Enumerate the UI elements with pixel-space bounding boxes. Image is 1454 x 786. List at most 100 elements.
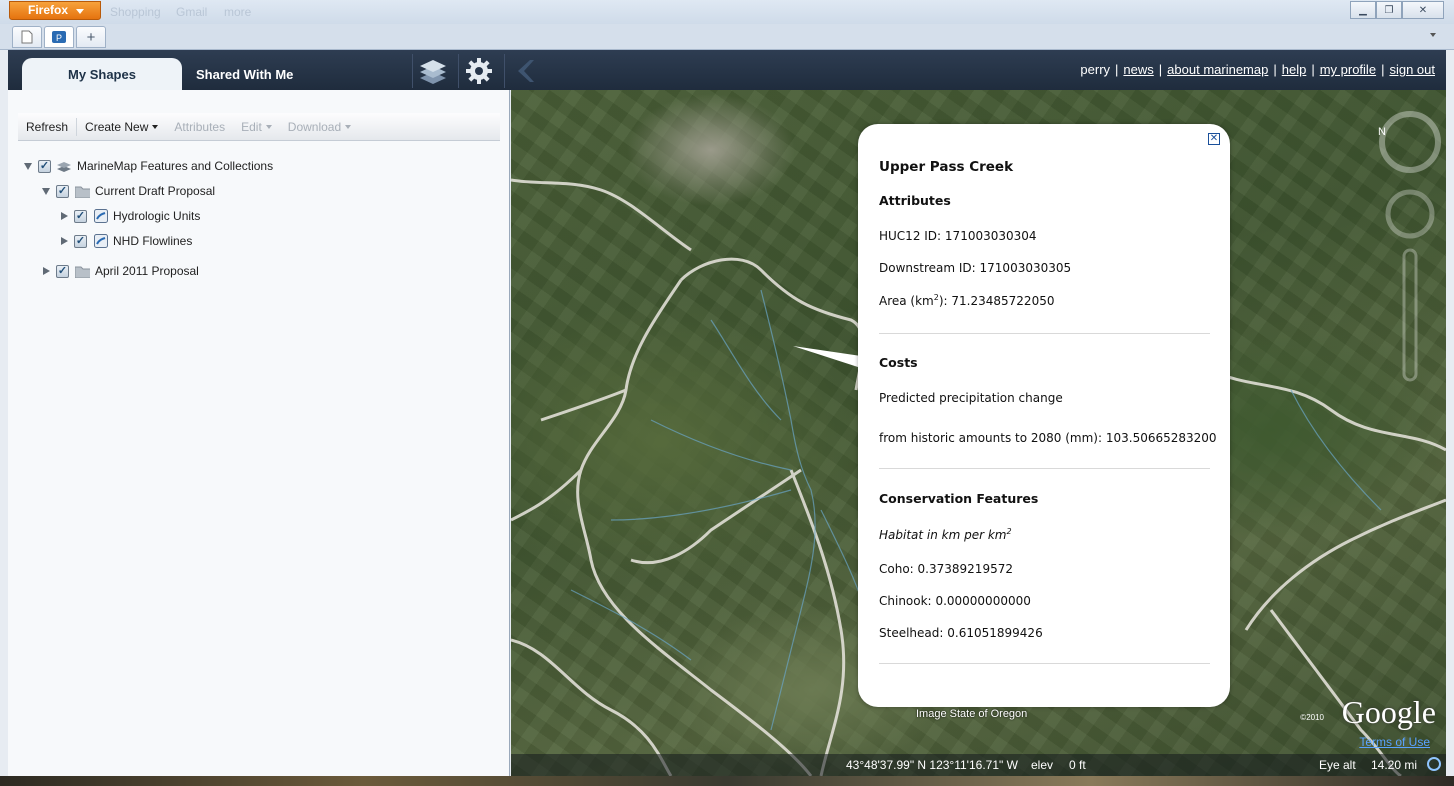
- area-value: 71.23485722050: [951, 294, 1055, 308]
- help-link[interactable]: help: [1282, 62, 1307, 77]
- area-row: Area (km2): 71.23485722050: [879, 293, 1054, 308]
- svg-text:P: P: [56, 33, 62, 43]
- loading-ring-icon: [1426, 756, 1442, 775]
- tree-item-nhd-flowlines[interactable]: ✓ NHD Flowlines: [60, 231, 192, 251]
- layers-icon: [57, 159, 72, 173]
- elevation-value: 0 ft: [1069, 758, 1086, 772]
- costs-heading: Costs: [879, 355, 918, 370]
- expand-triangle-icon[interactable]: [42, 187, 50, 195]
- chevron-down-icon: [152, 124, 159, 129]
- news-link[interactable]: news: [1123, 62, 1153, 77]
- precip-value: 103.50665283200: [1105, 431, 1217, 445]
- refresh-button[interactable]: Refresh: [18, 120, 76, 134]
- firefox-menu-button[interactable]: Firefox: [9, 1, 101, 20]
- kml-layer-icon: [93, 209, 108, 223]
- expand-triangle-icon[interactable]: [43, 267, 50, 275]
- visibility-checkbox[interactable]: ✓: [56, 264, 69, 278]
- chevron-down-icon: [76, 9, 84, 14]
- expand-triangle-icon[interactable]: [24, 162, 32, 170]
- coho-label: Coho:: [879, 562, 914, 576]
- steelhead-value: 0.61051899426: [947, 626, 1043, 640]
- attributes-heading: Attributes: [879, 193, 951, 208]
- edit-label: Edit: [241, 119, 262, 134]
- tree-item-hydrologic-units[interactable]: ✓ Hydrologic Units: [60, 206, 200, 226]
- firefox-menu-label: Firefox: [28, 3, 69, 17]
- habitat-label: Habitat in km per km: [879, 528, 1007, 542]
- downstream-value: 171003030305: [979, 261, 1072, 275]
- visibility-checkbox[interactable]: ✓: [74, 209, 87, 223]
- create-new-label: Create New: [85, 119, 149, 134]
- visibility-checkbox[interactable]: ✓: [56, 184, 69, 198]
- chinook-row: Chinook: 0.00000000000: [879, 594, 1031, 608]
- eye-alt-label: Eye alt: [1319, 758, 1356, 772]
- taskbar-strip: [0, 776, 1454, 786]
- tab-list-dropdown-icon[interactable]: [1430, 33, 1436, 37]
- marinemap-tab[interactable]: P: [44, 26, 74, 48]
- minimize-icon: ▁: [1359, 4, 1367, 16]
- app-header: My Shapes Shared With Me perry | news | abou…: [8, 50, 1446, 90]
- visibility-checkbox[interactable]: ✓: [38, 159, 51, 173]
- settings-button[interactable]: [458, 54, 498, 88]
- visibility-checkbox[interactable]: ✓: [74, 234, 87, 248]
- tree-item-current-draft[interactable]: ✓ Current Draft Proposal: [42, 181, 215, 201]
- username: perry: [1080, 62, 1111, 77]
- maximize-button[interactable]: ❐: [1376, 1, 1402, 19]
- huc12-label: HUC12 ID:: [879, 229, 942, 243]
- collapse-panel-button[interactable]: [504, 54, 544, 88]
- expand-triangle-icon[interactable]: [61, 237, 68, 245]
- close-window-button[interactable]: ✕: [1402, 1, 1444, 19]
- coho-row: Coho: 0.37389219572: [879, 562, 1013, 576]
- folder-icon: [75, 184, 90, 198]
- terms-of-use-link[interactable]: Terms of Use: [1359, 735, 1430, 749]
- page-icon: [21, 30, 33, 44]
- create-new-button[interactable]: Create New: [77, 120, 166, 134]
- bookmark-more[interactable]: more: [224, 5, 251, 19]
- divider: [879, 663, 1210, 664]
- bookmark-gmail[interactable]: Gmail: [176, 5, 207, 19]
- kml-layer-icon: [93, 234, 108, 248]
- signout-link[interactable]: sign out: [1389, 62, 1435, 77]
- edit-button[interactable]: Edit: [233, 120, 280, 134]
- elevation-label: elev: [1031, 758, 1054, 772]
- close-balloon-button[interactable]: ✕: [1208, 133, 1220, 145]
- blank-tab[interactable]: [12, 26, 42, 48]
- close-icon: ✕: [1418, 4, 1428, 16]
- area-suffix: ):: [938, 294, 948, 308]
- browser-tabbar: P +: [0, 24, 1454, 50]
- divider: [879, 468, 1210, 469]
- minimize-button[interactable]: ▁: [1350, 1, 1376, 19]
- bookmark-shopping[interactable]: Shopping: [110, 5, 161, 19]
- tab-shared-with-me[interactable]: Shared With Me: [172, 58, 317, 90]
- browser-titlebar: Firefox Shopping Gmail more ▁ ❐ ✕: [0, 0, 1454, 24]
- habitat-superscript: 2: [1006, 527, 1012, 536]
- download-button[interactable]: Download: [280, 120, 359, 134]
- balloon-tail: [793, 346, 861, 368]
- layers-icon: [419, 60, 446, 84]
- tree-item-root[interactable]: ✓ MarineMap Features and Collections: [24, 156, 273, 176]
- profile-link[interactable]: my profile: [1320, 62, 1376, 77]
- steelhead-label: Steelhead:: [879, 626, 944, 640]
- attributes-button[interactable]: Attributes: [166, 120, 233, 134]
- attributes-label: Attributes: [174, 119, 226, 134]
- chinook-label: Chinook:: [879, 594, 932, 608]
- expand-triangle-icon[interactable]: [61, 212, 68, 220]
- tree-item-label: MarineMap Features and Collections: [77, 159, 274, 173]
- downstream-row: Downstream ID: 171003030305: [879, 261, 1071, 275]
- tree-item-label: April 2011 Proposal: [95, 264, 199, 278]
- google-logo: Google: [1341, 694, 1436, 730]
- gear-icon: [465, 58, 492, 84]
- svg-text:N: N: [1378, 126, 1386, 138]
- imagery-credit: Image State of Oregon: [916, 708, 1028, 720]
- precip-label: from historic amounts to 2080 (mm):: [879, 431, 1103, 445]
- tab-my-shapes[interactable]: My Shapes: [22, 58, 182, 90]
- tree-item-april-2011[interactable]: ✓ April 2011 Proposal: [42, 261, 199, 281]
- marinemap-favicon-icon: P: [52, 31, 66, 43]
- precip-line-1: Predicted precipitation change: [879, 391, 1063, 405]
- tree-item-label: Hydrologic Units: [113, 209, 201, 223]
- new-tab-button[interactable]: +: [76, 26, 106, 48]
- navigation-controls[interactable]: N: [1378, 110, 1442, 390]
- downstream-label: Downstream ID:: [879, 261, 976, 275]
- coho-value: 0.37389219572: [917, 562, 1013, 576]
- layers-button[interactable]: [412, 54, 452, 88]
- about-link[interactable]: about marinemap: [1167, 62, 1268, 77]
